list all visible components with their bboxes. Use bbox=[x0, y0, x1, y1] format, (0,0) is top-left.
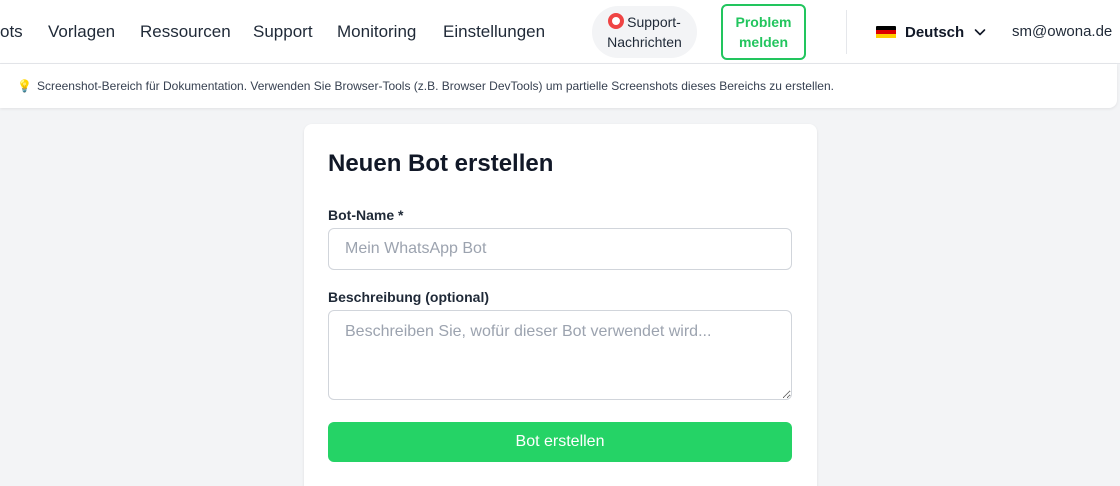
nav-item-monitoring[interactable]: Monitoring bbox=[337, 21, 416, 43]
language-selector[interactable]: Deutsch bbox=[876, 22, 987, 42]
create-bot-card: Neuen Bot erstellen Bot-Name * Beschreib… bbox=[304, 124, 817, 486]
description-label: Beschreibung (optional) bbox=[328, 289, 489, 305]
nav-item-vorlagen[interactable]: Vorlagen bbox=[48, 21, 115, 43]
description-textarea[interactable] bbox=[328, 310, 792, 400]
report-problem-line1: Problem bbox=[735, 14, 792, 30]
support-messages-line1: Support- bbox=[627, 14, 681, 30]
nav-item-ressourcen[interactable]: Ressourcen bbox=[140, 21, 231, 43]
support-messages-line2: Nachrichten bbox=[607, 34, 682, 50]
bot-name-input[interactable] bbox=[328, 228, 792, 270]
hint-text: Screenshot-Bereich für Dokumentation. Ve… bbox=[36, 79, 834, 93]
report-problem-line2: melden bbox=[738, 34, 788, 50]
page-title: Neuen Bot erstellen bbox=[328, 150, 554, 177]
report-problem-button[interactable]: Problem melden bbox=[721, 4, 806, 60]
flag-de-icon bbox=[876, 25, 896, 39]
support-messages-button[interactable]: Support- Nachrichten bbox=[592, 6, 697, 58]
chevron-down-icon bbox=[974, 29, 986, 36]
create-bot-button[interactable]: Bot erstellen bbox=[328, 422, 792, 462]
lightbulb-icon: 💡 bbox=[17, 79, 32, 93]
screenshot-hint-bar: 💡 Screenshot-Bereich für Dokumentation. … bbox=[0, 64, 1117, 108]
nav-item-support[interactable]: Support bbox=[253, 21, 313, 43]
nav-item-bots[interactable]: ots bbox=[0, 21, 23, 43]
user-email[interactable]: sm@owona.de bbox=[1012, 22, 1112, 42]
bot-name-label: Bot-Name * bbox=[328, 207, 404, 223]
nav-item-einstellungen[interactable]: Einstellungen bbox=[443, 21, 545, 43]
header-divider bbox=[846, 10, 847, 54]
lifebuoy-icon bbox=[608, 13, 625, 29]
language-label: Deutsch bbox=[905, 23, 965, 41]
top-header: ots Vorlagen Ressourcen Support Monitori… bbox=[0, 0, 1120, 64]
